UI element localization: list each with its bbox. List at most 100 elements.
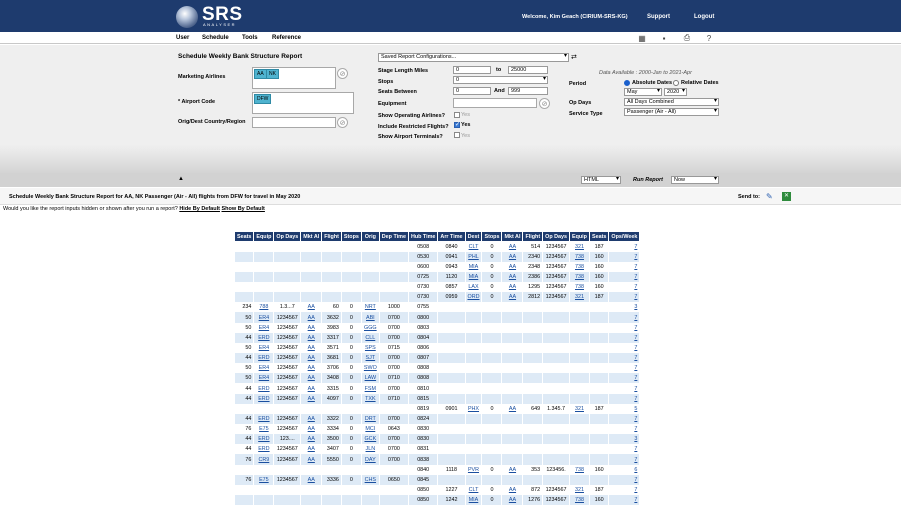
menu-reference[interactable]: Reference (272, 35, 301, 41)
column-header[interactable]: Stops (482, 232, 502, 242)
stage-from-input[interactable]: 0 (453, 66, 491, 74)
table-cell[interactable]: NRT (361, 302, 379, 312)
table-cell[interactable]: PHX (465, 404, 482, 414)
help-icon[interactable]: ? (704, 33, 714, 43)
table-cell[interactable]: ER4 (254, 343, 274, 353)
collapse-inputs-icon[interactable]: ▲ (178, 176, 184, 182)
table-cell[interactable]: 7 (609, 262, 640, 272)
table-cell[interactable]: E75 (254, 424, 274, 434)
refresh-configs-icon[interactable]: ⇄ (571, 53, 577, 61)
table-cell[interactable]: ER4 (254, 312, 274, 322)
table-cell[interactable]: DAY (361, 454, 379, 464)
column-header[interactable]: Flight (523, 232, 543, 242)
column-header[interactable]: Arr Time (438, 232, 465, 242)
airline-tag-nk[interactable]: NK (266, 69, 279, 79)
table-cell[interactable]: CLL (361, 333, 379, 343)
saved-configs-select[interactable]: Saved Report Configurations... (378, 53, 569, 62)
table-cell[interactable]: JLN (361, 444, 379, 454)
table-cell[interactable]: AA (502, 495, 523, 505)
table-cell[interactable]: ER4 (254, 363, 274, 373)
relative-dates-radio[interactable] (673, 80, 679, 86)
table-cell[interactable]: 7 (609, 373, 640, 383)
table-cell[interactable]: ERD (254, 394, 274, 404)
op-days-select[interactable]: All Days Combined (624, 98, 719, 106)
column-header[interactable]: Seats (235, 232, 254, 242)
table-cell[interactable]: 7 (609, 495, 640, 505)
stops-select[interactable]: 0 (453, 76, 548, 84)
table-cell[interactable]: AA (301, 353, 322, 363)
table-cell[interactable]: SWO (361, 363, 379, 373)
menu-user[interactable]: User (176, 35, 189, 41)
table-cell[interactable]: AA (301, 383, 322, 393)
column-header[interactable]: Op Days (543, 232, 570, 242)
seats-to-input[interactable]: 999 (508, 87, 548, 95)
table-cell[interactable]: LAX (465, 282, 482, 292)
table-cell[interactable]: 321 (570, 404, 590, 414)
absolute-dates-radio[interactable] (624, 80, 630, 86)
table-cell[interactable]: SPS (361, 343, 379, 353)
table-cell[interactable]: 3 (609, 434, 640, 444)
table-cell[interactable]: MIA (465, 262, 482, 272)
table-cell[interactable]: AA (301, 394, 322, 404)
print-icon[interactable]: ⎙ (682, 33, 692, 43)
column-header[interactable]: Equip (254, 232, 274, 242)
table-cell[interactable]: 738 (570, 262, 590, 272)
menu-tools[interactable]: Tools (242, 35, 258, 41)
table-cell[interactable]: AA (301, 414, 322, 424)
table-cell[interactable]: 738 (570, 272, 590, 282)
table-cell[interactable]: ERD (254, 383, 274, 393)
airline-tag-aa[interactable]: AA (254, 69, 267, 79)
table-cell[interactable]: AA (301, 373, 322, 383)
table-cell[interactable]: AA (502, 252, 523, 262)
table-cell[interactable]: 788 (254, 302, 274, 312)
table-cell[interactable]: AA (502, 242, 523, 252)
table-cell[interactable]: AA (301, 323, 322, 333)
column-header[interactable]: Hub Time (408, 232, 437, 242)
table-cell[interactable]: AA (301, 475, 322, 485)
column-header[interactable]: Op Days (274, 232, 301, 242)
show-operating-checkbox[interactable] (454, 112, 460, 118)
service-type-select[interactable]: Passenger (Air - All) (624, 108, 719, 116)
airport-tag-dfw[interactable]: DFW (254, 94, 271, 104)
table-cell[interactable]: AA (301, 444, 322, 454)
table-cell[interactable]: 321 (570, 292, 590, 302)
table-cell[interactable]: 7 (609, 282, 640, 292)
table-cell[interactable]: ORD (465, 292, 482, 302)
table-cell[interactable]: AA (502, 292, 523, 302)
table-cell[interactable]: CHS (361, 475, 379, 485)
table-cell[interactable]: MCI (361, 424, 379, 434)
table-cell[interactable]: 7 (609, 424, 640, 434)
table-cell[interactable]: AA (301, 343, 322, 353)
table-cell[interactable]: 7 (609, 485, 640, 495)
table-cell[interactable]: DRT (361, 414, 379, 424)
column-header[interactable]: Dep Time (379, 232, 408, 242)
month-select[interactable]: May (624, 88, 662, 96)
table-cell[interactable]: ERD (254, 414, 274, 424)
show-by-default-link[interactable]: Show By Default (222, 206, 265, 212)
table-cell[interactable]: 321 (570, 242, 590, 252)
table-cell[interactable]: PHL (465, 252, 482, 262)
table-cell[interactable]: 7 (609, 312, 640, 322)
table-cell[interactable]: 7 (609, 454, 640, 464)
table-cell[interactable]: ABI (361, 312, 379, 322)
column-header[interactable]: Ops/Week (609, 232, 640, 242)
menu-schedule[interactable]: Schedule (202, 35, 229, 41)
table-cell[interactable]: ERD (254, 434, 274, 444)
table-cell[interactable]: GGG (361, 323, 379, 333)
table-cell[interactable]: AA (502, 465, 523, 475)
table-cell[interactable]: 5 (609, 404, 640, 414)
table-cell[interactable]: MIA (465, 272, 482, 282)
table-cell[interactable]: 7 (609, 394, 640, 404)
table-cell[interactable]: 738 (570, 495, 590, 505)
table-cell[interactable]: CLT (465, 485, 482, 495)
column-header[interactable]: Dest (465, 232, 482, 242)
table-cell[interactable]: 7 (609, 475, 640, 485)
table-cell[interactable]: 7 (609, 272, 640, 282)
table-cell[interactable]: 7 (609, 323, 640, 333)
support-link[interactable]: Support (647, 14, 670, 20)
column-header[interactable]: Equip (570, 232, 590, 242)
clear-marketing-icon[interactable]: ⊘ (337, 68, 348, 79)
table-cell[interactable]: 738 (570, 282, 590, 292)
table-cell[interactable]: ER4 (254, 323, 274, 333)
table-cell[interactable]: AA (301, 302, 322, 312)
